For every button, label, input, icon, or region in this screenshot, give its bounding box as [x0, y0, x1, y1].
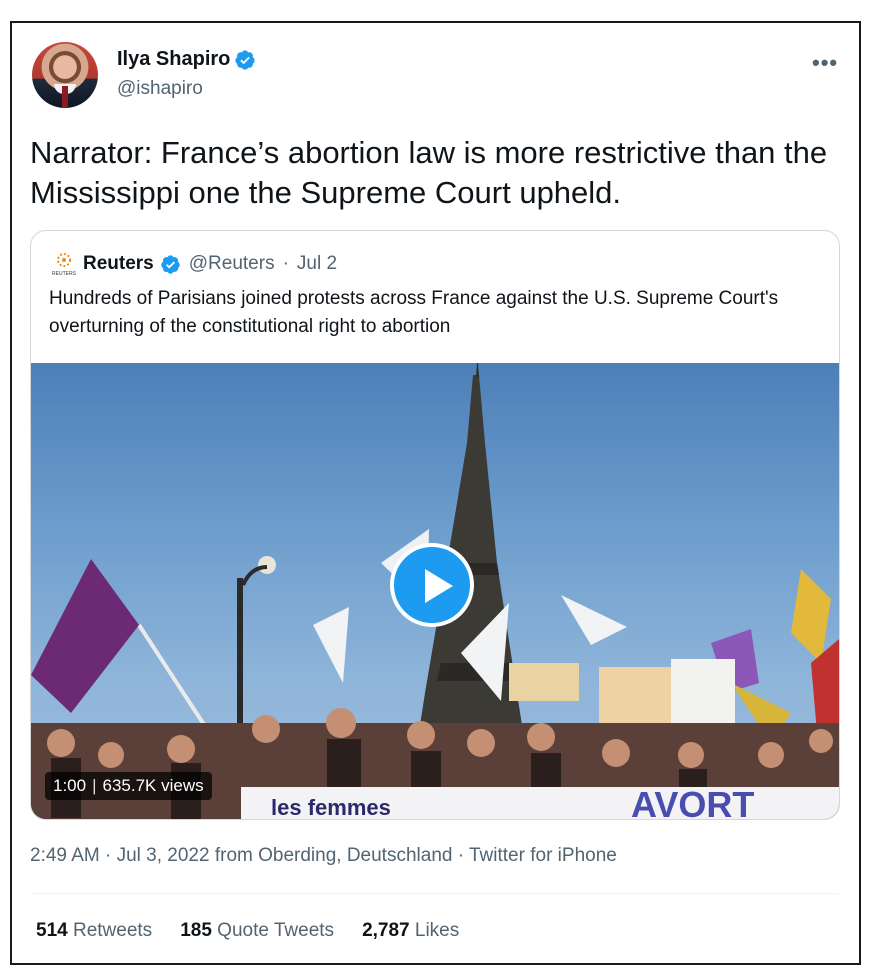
likes-label: Likes — [414, 920, 460, 941]
tweet-text: Narrator: France’s abortion law is more … — [30, 135, 828, 210]
author-avatar[interactable] — [32, 42, 98, 108]
quoted-author-name[interactable]: Reuters — [83, 253, 154, 275]
svg-text:REUTERS: REUTERS — [52, 271, 77, 277]
banner-text-right: AVORT — [631, 784, 754, 819]
video-views: 635.7K views — [102, 776, 204, 795]
author-name[interactable]: Ilya Shapiro — [117, 48, 230, 71]
verified-badge-icon — [235, 49, 255, 70]
reuters-logo-icon: REUTERS — [51, 251, 77, 277]
meta-separator: · — [282, 253, 289, 274]
retweets-stat[interactable]: 514 Retweets — [36, 920, 152, 942]
video-duration-badge: 1:00 | 635.7K views — [45, 772, 212, 800]
badge-divider: | — [92, 776, 97, 795]
verified-badge-icon — [161, 254, 180, 274]
quote-tweets-count: 185 — [180, 920, 212, 941]
quote-tweets-label: Quote Tweets — [217, 920, 335, 941]
quote-tweets-stat[interactable]: 185 Quote Tweets — [180, 920, 334, 942]
quoted-tweet-date[interactable]: Jul 2 — [297, 253, 337, 275]
retweets-label: Retweets — [72, 920, 153, 941]
video-player[interactable]: les femmes AVORT 1:00 | 635.7K views — [31, 363, 839, 819]
likes-count: 2,787 — [362, 920, 410, 941]
quoted-tweet-text: Hundreds of Parisians joined protests ac… — [49, 288, 779, 337]
quoted-tweet[interactable]: REUTERS Reuters @Reuters · Jul 2 Hundred… — [30, 230, 840, 820]
video-duration: 1:00 — [53, 776, 87, 795]
quoted-tweet-header: REUTERS Reuters @Reuters · Jul 2 — [51, 251, 337, 277]
avatar-tie — [62, 86, 68, 108]
retweets-count: 514 — [36, 920, 68, 941]
more-horizontal-icon[interactable]: ••• — [812, 50, 838, 76]
play-button[interactable] — [390, 543, 474, 627]
tweet-timestamp[interactable]: 2:49 AM · Jul 3, 2022 from Oberding, Deu… — [30, 845, 617, 867]
author-name-row: Ilya Shapiro — [117, 48, 256, 71]
quoted-author-handle[interactable]: @Reuters — [189, 253, 275, 275]
likes-stat[interactable]: 2,787 Likes — [362, 920, 459, 942]
engagement-stats: 514 Retweets 185 Quote Tweets 2,787 Like… — [36, 920, 459, 942]
divider — [30, 893, 838, 894]
banner-text-left: les femmes — [271, 795, 391, 819]
author-handle[interactable]: @ishapiro — [117, 78, 203, 100]
